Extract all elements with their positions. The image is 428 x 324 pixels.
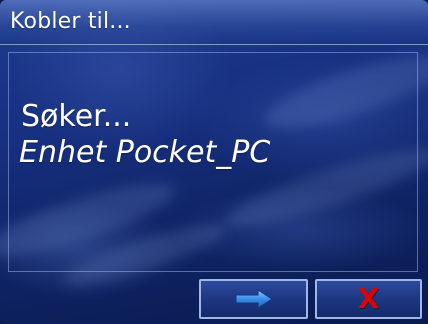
window-title: Kobler til... (10, 9, 131, 34)
close-icon: X (357, 282, 380, 315)
arrow-right-icon (234, 288, 274, 310)
cancel-button[interactable]: X (315, 279, 422, 319)
status-text: Søker... (21, 99, 132, 134)
device-name: Enhet Pocket_PC (19, 135, 271, 170)
content-panel: Søker... Enhet Pocket_PC (8, 52, 418, 272)
next-button[interactable] (199, 279, 308, 319)
title-bar: Kobler til... (0, 0, 428, 45)
screen: Kobler til... Søker... Enhet Pocket_PC X (0, 0, 428, 324)
